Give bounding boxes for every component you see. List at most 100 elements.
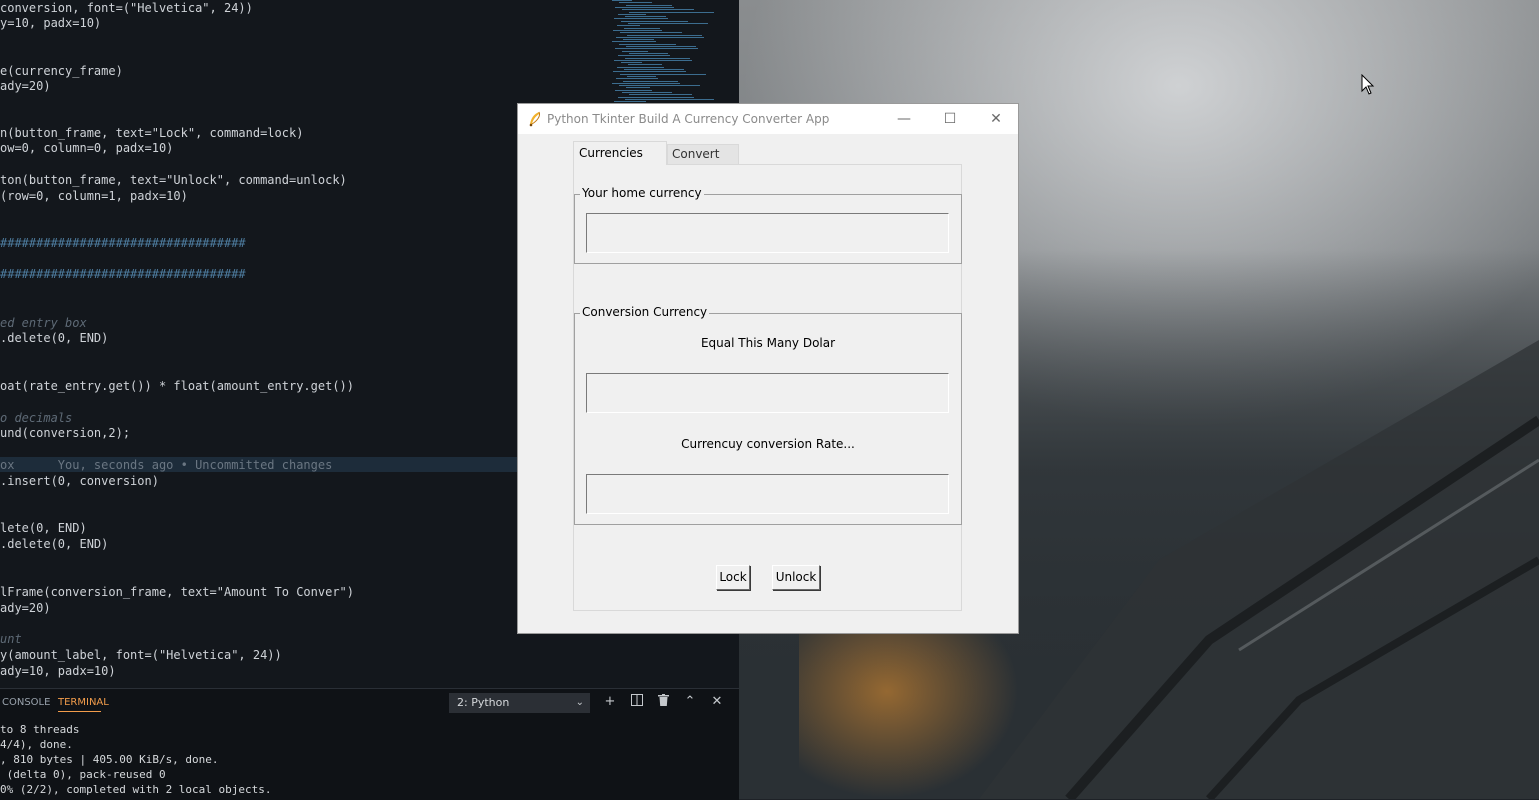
window-title: Python Tkinter Build A Currency Converte… [547,112,830,126]
amount-label: Equal This Many Dolar [700,336,836,350]
minimap-line [612,41,656,43]
minimap-line [629,94,692,96]
home-currency-entry[interactable] [586,213,949,253]
minimap-line [617,25,640,27]
code-line: .delete(0, END) [0,537,109,551]
chevron-down-icon: ⌄ [575,697,584,708]
code-line: .delete(0, END) [0,331,109,345]
conversion-currency-frame: Conversion Currency Equal This Many Dola… [574,305,962,525]
code-line: ox You, seconds ago • Uncommitted change… [0,458,333,472]
trash-icon[interactable] [655,694,671,710]
active-tab-indicator [58,711,101,712]
minimap-line [615,89,652,91]
mouse-cursor-icon [1361,74,1375,95]
home-currency-label: Your home currency [580,186,704,200]
code-line: n(button_frame, text="Lock", command=loc… [0,126,304,140]
window-titlebar[interactable]: Python Tkinter Build A Currency Converte… [518,104,1018,134]
minimap-line [629,52,668,54]
conversion-currency-label: Conversion Currency [580,305,710,319]
minimap-line [625,57,690,59]
code-line: ################################## [0,267,246,281]
minimap-line [628,23,708,24]
tab-console[interactable]: CONSOLE [2,697,50,708]
minimap-line [626,46,696,47]
code-line: ################################## [0,236,246,250]
rate-entry[interactable] [586,474,949,514]
minimize-button[interactable]: — [881,104,927,134]
unlock-button[interactable]: Unlock [772,565,820,590]
code-line: ow=0, column=0, padx=10) [0,141,174,155]
minimap-line [619,85,700,87]
minimap-line [613,71,686,73]
minimap-line [624,27,660,29]
notebook: Currencies Convert Your home currency Co… [573,141,962,611]
minimap-line [627,75,656,77]
code-line: (row=0, column=1, padx=10) [0,189,188,203]
tab-terminal[interactable]: TERMINAL [58,697,109,708]
minimap-line [620,32,682,34]
code-line: und(conversion,2); [0,426,131,440]
new-terminal-icon[interactable]: + [602,694,618,710]
terminal-line: 0% (2/2), completed with 2 local objects… [0,783,272,796]
amount-entry[interactable] [586,373,949,413]
terminal-line: to 8 threads [0,723,80,736]
split-terminal-icon[interactable] [629,694,645,710]
minimap-line [614,59,692,61]
minimap-line [622,92,672,93]
terminal-line: (delta 0), pack-reused 0 [0,768,166,781]
code-line: ady=20) [0,79,51,93]
minimap-line [625,98,714,100]
shell-select[interactable]: 2: Python ⌄ [449,693,590,713]
tab-currencies[interactable]: Currencies [573,141,667,165]
currencies-pane: Your home currency Conversion Currency E… [573,164,962,611]
shell-select-value: 2: Python [457,696,510,709]
close-button[interactable]: ✕ [973,104,1019,134]
code-line: ady=10, padx=10) [0,664,116,678]
minimap-line [624,69,684,70]
minimap-line [618,96,694,98]
minimap-line [627,34,702,36]
maximize-button[interactable]: ☐ [927,104,973,134]
minimap-line [619,2,652,4]
code-line: .insert(0, conversion) [0,474,159,488]
chevron-up-icon[interactable]: ⌃ [682,694,698,710]
minimap-line [621,62,642,64]
minimap-line [626,4,672,6]
code-line: o decimals [0,411,73,425]
minimap-line [629,11,714,13]
minimap-line [616,36,704,38]
minimap-line [628,64,662,66]
minimap-line [613,29,662,31]
tab-convert[interactable]: Convert [667,144,739,164]
code-line: e(currency_frame) [0,64,123,78]
minimap-line [612,0,632,1]
app-window[interactable]: Python Tkinter Build A Currency Converte… [517,103,1019,634]
minimap-line [625,16,666,18]
lock-button[interactable]: Lock [716,565,750,590]
code-line: y=10, padx=10) [0,16,102,30]
terminal-panel[interactable]: CONSOLE TERMINAL 2: Python ⌄ + ⌃ ✕ to 8 … [0,688,739,800]
code-line: lFrame(conversion_frame, text="Amount To… [0,585,355,599]
code-line: ady=20) [0,601,51,615]
minimap-line [614,18,668,20]
close-icon[interactable]: ✕ [709,694,725,710]
minimap-line [622,9,694,11]
minimap-line [623,80,678,82]
home-currency-frame: Your home currency [574,186,962,264]
code-line: ed entry box [0,316,87,330]
minimap[interactable] [604,0,714,110]
minimap-line [626,87,650,89]
minimap-line [622,50,648,52]
minimap-line [623,39,654,41]
code-line: unt [0,632,22,646]
minimap-line [621,20,688,22]
minimap-line [617,66,664,68]
terminal-line: 4/4), done. [0,738,73,751]
code-line: y(amount_label, font=("Helvetica", 24)) [0,648,282,662]
minimap-line [612,82,680,84]
terminal-line: , 810 bytes | 405.00 KiB/s, done. [0,753,219,766]
code-line: oat(rate_entry.get()) * float(amount_ent… [0,379,355,393]
minimap-line [615,48,698,50]
python-feather-icon [529,111,540,127]
code-line: lete(0, END) [0,521,87,535]
